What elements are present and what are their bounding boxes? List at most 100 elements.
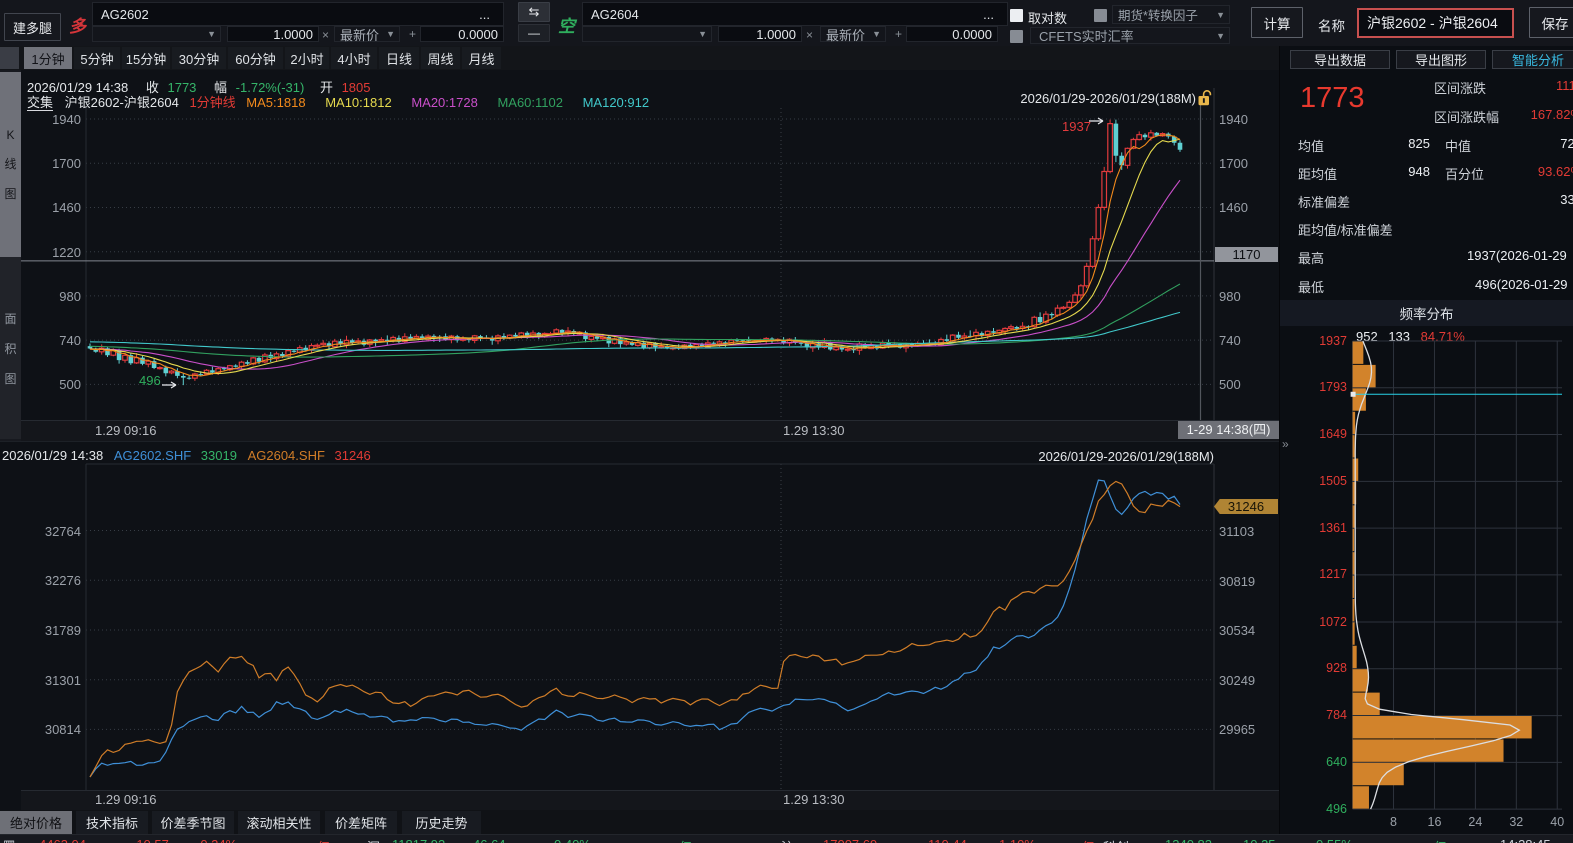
ticker-item: 11817.92 <box>392 837 445 843</box>
percentile-value: 93.62% <box>1490 164 1573 179</box>
high-stat-label: 最高 <box>1298 248 1324 267</box>
hist-ytick: 928 <box>1288 661 1347 675</box>
spread-name-value: 沪银2602 - 沪银2604 <box>1367 13 1498 33</box>
ticker-item: 深 <box>367 837 380 843</box>
kline-ytick-left: 980 <box>30 289 81 304</box>
factor-mode-dropdown[interactable]: 期货*转换因子 ▼ <box>1112 5 1230 24</box>
smart-analysis-button[interactable]: 智能分析 <box>1492 50 1573 69</box>
period-tab-日线[interactable]: 日线 <box>379 47 419 69</box>
kline-ytick-left: 1940 <box>30 112 81 127</box>
leg2-contract-input[interactable]: AG2604 ... <box>582 2 1008 26</box>
period-tab-1分钟[interactable]: 1分钟 <box>24 47 72 69</box>
hist-ytick: 1217 <box>1288 567 1347 581</box>
period-tab-周线[interactable]: 周线 <box>421 47 460 69</box>
chart-type-tab-char: 图 <box>4 370 16 387</box>
ma5-legend: MA5:1818 <box>246 95 305 110</box>
period-tab-bar: 1分钟5分钟15分钟30分钟60分钟2小时4小时日线周线月线 <box>0 46 1280 70</box>
ticker-item: 1340.82 <box>1165 837 1212 843</box>
kline-xaxis-badge[interactable]: 1-29 14:38(四) <box>1178 421 1279 439</box>
build-leg-button[interactable]: 建多腿 <box>4 13 61 41</box>
log-checkbox[interactable] <box>1010 9 1023 22</box>
period-tab-60分钟[interactable]: 60分钟 <box>228 47 283 69</box>
kline-ytick-left: 1220 <box>30 245 81 260</box>
fx-mode-checkbox[interactable] <box>1010 30 1023 43</box>
leg2-more-button[interactable]: ... <box>983 7 994 22</box>
spread-name-input[interactable]: 沪银2602 - 沪银2604 <box>1357 8 1514 38</box>
up-candles <box>99 124 1164 379</box>
chart2-ytick-right: 30819 <box>1219 574 1255 589</box>
lock-icon <box>1199 96 1210 105</box>
leg1-factor-input[interactable]: 1.0000 <box>227 26 319 42</box>
leg1-contract-input[interactable]: AG2602 ... <box>92 2 504 26</box>
chart2-series-AG2602.SHF <box>90 480 1180 777</box>
median-value: 726 <box>1490 136 1573 151</box>
ma120-line <box>90 312 1180 350</box>
leg2-offset-input[interactable]: 0.0000 <box>906 26 998 42</box>
leg1-offset-input[interactable]: 0.0000 <box>420 26 504 42</box>
chart2-xlabel-mid: 1.29 13:30 <box>783 792 844 807</box>
leg2-factor-input[interactable]: 1.0000 <box>718 26 802 42</box>
chart-type-tab-K线图[interactable]: K线图 <box>0 72 21 257</box>
spread-trading-app: 建多腿 多 AG2602 ... ▼ 1.0000 × 最新价 ▼ + 0.00… <box>0 0 1573 843</box>
leg1-price-mode-dropdown[interactable]: 最新价 ▼ <box>334 26 400 42</box>
low-stat-value: 496(2026-01-29 <box>1475 277 1568 292</box>
analysis-tab-滚动相关性[interactable]: 滚动相关性 <box>238 811 320 834</box>
export-chart-button[interactable]: 导出图形 <box>1396 50 1486 69</box>
ticker-item: 110.44 <box>928 837 967 843</box>
long-side-label: 多 <box>69 12 86 37</box>
dist-mean-label: 距均值 <box>1298 164 1337 183</box>
swap-legs-button[interactable]: ⇆ <box>518 2 550 22</box>
kline-ytick-left: 500 <box>30 377 81 392</box>
leg1-selector-dropdown[interactable]: ▼ <box>92 26 221 42</box>
period-tab-30分钟[interactable]: 30分钟 <box>172 47 226 69</box>
period-tab-月线[interactable]: 月线 <box>462 47 501 69</box>
ticker-item: -10.57 <box>132 837 169 843</box>
period-tab-5分钟[interactable]: 5分钟 <box>74 47 120 69</box>
kline-range-label: 2026/01/29-2026/01/29(188M) <box>996 91 1196 106</box>
factor-mode-checkbox[interactable] <box>1094 9 1107 22</box>
period-tab-2小时[interactable]: 2小时 <box>285 47 329 69</box>
hist-xtick: 8 <box>1384 815 1404 829</box>
kline-ytick-left: 1460 <box>30 200 81 215</box>
leg2-price-mode-value: 最新价 <box>826 25 865 44</box>
chart-type-strip: K线图面积图 <box>0 70 21 441</box>
kline-xlabel-left: 1.29 09:16 <box>95 423 156 438</box>
analysis-tab-价差季节图[interactable]: 价差季节图 <box>152 811 234 834</box>
kline-ytick-right: 1940 <box>1219 112 1248 127</box>
chart2-ytick-right: 30249 <box>1219 673 1255 688</box>
save-button[interactable]: 保存 <box>1529 7 1573 38</box>
kline-ytick-left: 1700 <box>30 156 81 171</box>
collapse-corner-button[interactable] <box>0 47 19 69</box>
chart-type-tab-char: 面 <box>4 310 16 327</box>
leg2-selector-dropdown[interactable]: ▼ <box>582 26 712 42</box>
leg2-times-operator: × <box>806 28 813 42</box>
leg2-price-mode-dropdown[interactable]: 最新价 ▼ <box>820 26 886 42</box>
chart2-val1: 33019 <box>201 448 237 463</box>
ticker-item: 科创 <box>1103 837 1129 843</box>
ticker-item: 14:38:45 <box>1500 837 1551 843</box>
export-data-button[interactable]: 导出数据 <box>1290 50 1390 69</box>
leg2-offset-value: 0.0000 <box>952 27 992 42</box>
ticker-item: -0.24% <box>196 837 237 843</box>
fx-mode-dropdown[interactable]: CFETS实时汇率 ▼ <box>1030 27 1230 44</box>
chevron-down-icon: ▼ <box>386 29 395 39</box>
kline-ytick-right: 1460 <box>1219 200 1248 215</box>
analysis-tab-历史走势[interactable]: 历史走势 <box>402 811 481 834</box>
short-side-label: 空 <box>558 12 575 37</box>
ma60-line <box>90 284 1180 357</box>
calculate-button[interactable]: 计算 <box>1251 7 1303 38</box>
low-stat-label: 最低 <box>1298 277 1324 296</box>
chart-type-tab-面积图[interactable]: 面积图 <box>0 257 21 439</box>
set-mode-label[interactable]: 交集 <box>27 95 53 111</box>
analysis-tab-绝对价格[interactable]: 绝对价格 <box>0 811 72 834</box>
pair-label: 沪银2602-沪银2604 <box>65 95 179 110</box>
analysis-tab-价差矩阵[interactable]: 价差矩阵 <box>325 811 397 834</box>
export-chart-label: 导出图形 <box>1415 50 1467 69</box>
analysis-tab-技术指标[interactable]: 技术指标 <box>76 811 148 834</box>
leg1-more-button[interactable]: ... <box>479 7 490 22</box>
line-mode-button[interactable]: — <box>518 24 550 42</box>
chevron-down-icon: ▼ <box>207 29 216 39</box>
period-tab-15分钟[interactable]: 15分钟 <box>122 47 170 69</box>
period-tab-4小时[interactable]: 4小时 <box>331 47 377 69</box>
chart2-val2: 31246 <box>335 448 371 463</box>
